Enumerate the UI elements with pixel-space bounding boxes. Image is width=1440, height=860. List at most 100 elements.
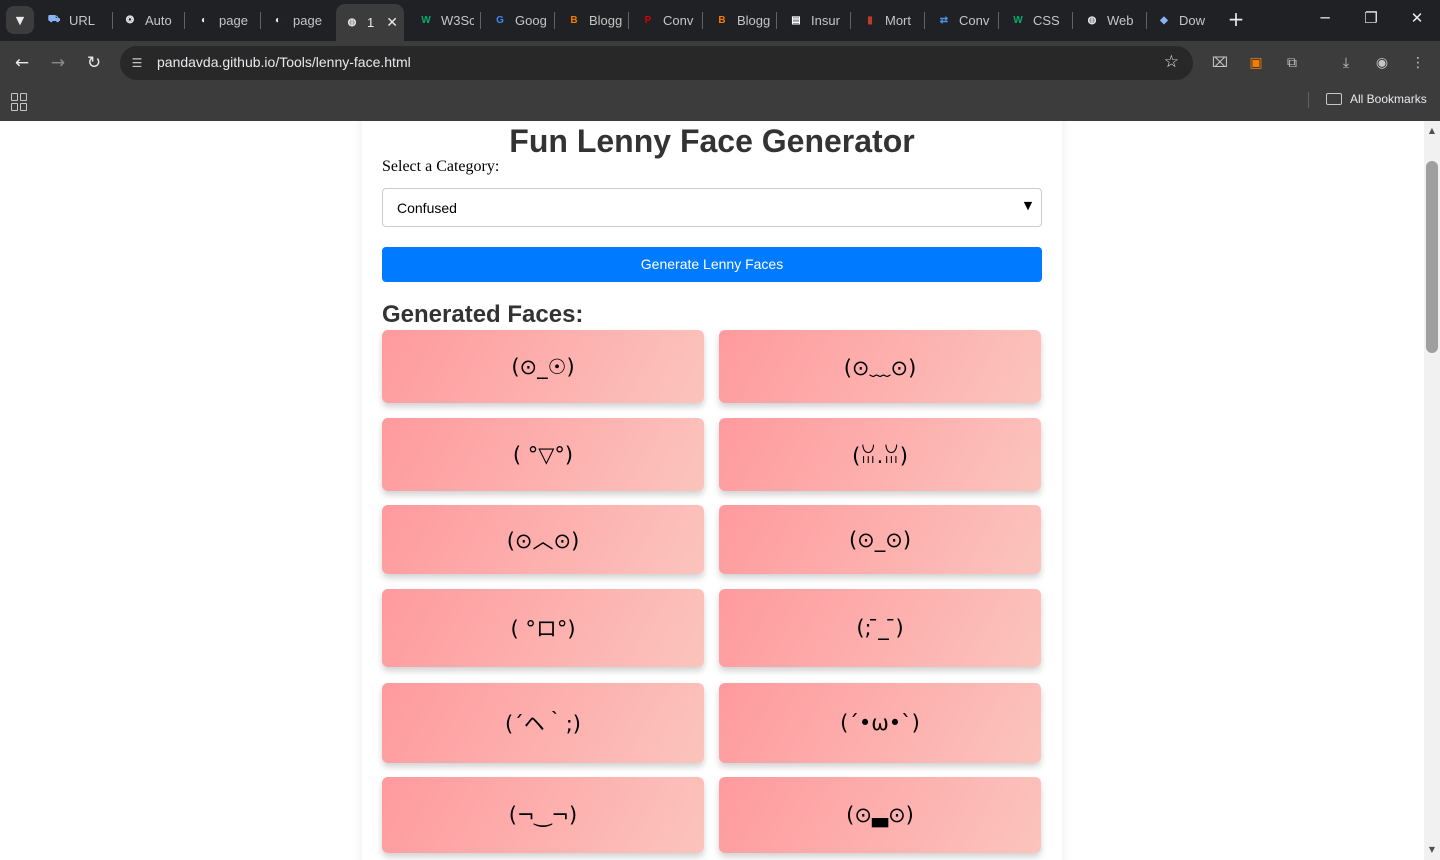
- tab-label: CSS: [1033, 13, 1060, 28]
- new-tab-button[interactable]: +: [1225, 8, 1247, 32]
- browser-toolbar: ← → ↻ ☰ pandavda.github.io/Tools/lenny-f…: [0, 41, 1440, 85]
- all-bookmarks-button[interactable]: All Bookmarks: [1326, 92, 1427, 106]
- lenny-face-card[interactable]: ( °ロ°): [382, 589, 704, 667]
- site-info-icon[interactable]: ☰: [128, 54, 146, 72]
- browser-tab[interactable]: ⇄ Conv: [936, 6, 992, 35]
- browser-tab[interactable]: ◆ Dow: [1156, 6, 1212, 35]
- scroll-down-arrow-icon[interactable]: ▼: [1424, 842, 1440, 858]
- tab-search-button[interactable]: ▼: [6, 6, 34, 34]
- w3-icon: W: [421, 15, 431, 26]
- lenny-face-card[interactable]: (´•ω•`): [719, 683, 1041, 763]
- lenny-face-card[interactable]: ( °▽°): [382, 418, 704, 491]
- github-icon: ◐: [274, 15, 282, 26]
- tab-label: 1: [367, 15, 375, 30]
- reload-button[interactable]: ↻: [82, 51, 106, 75]
- forward-button[interactable]: →: [46, 51, 70, 75]
- tab-label: Blogg: [737, 13, 770, 28]
- bookmark-star-icon[interactable]: ☆: [1164, 52, 1179, 72]
- apps-grid-icon[interactable]: [11, 93, 29, 111]
- tab-label: page: [293, 13, 322, 28]
- browser-tab[interactable]: ◐ page: [270, 6, 328, 35]
- bookmarks-divider: [1308, 92, 1309, 108]
- tab-separator: [628, 12, 629, 29]
- folder-icon: [1326, 93, 1342, 105]
- tab-label: Insur: [811, 13, 840, 28]
- close-tab-icon[interactable]: ✕: [386, 14, 398, 31]
- lenny-face-card[interactable]: (⊙_⊙): [719, 505, 1041, 574]
- car-icon: ⛟: [47, 14, 61, 25]
- page-viewport: Fun Lenny Face Generator Select a Catego…: [0, 121, 1424, 860]
- lenny-face-card[interactable]: (⊙﹏⊙): [719, 330, 1041, 403]
- tab-separator: [998, 12, 999, 29]
- chevron-down-icon: ▼: [15, 13, 25, 27]
- browser-tab[interactable]: ◐ page: [196, 6, 254, 35]
- generator-card: Fun Lenny Face Generator Select a Catego…: [362, 121, 1062, 860]
- menu-kebab-icon[interactable]: ⋮: [1407, 52, 1429, 74]
- tab-separator: [1072, 12, 1073, 29]
- browser-tab[interactable]: B Blogg: [566, 6, 622, 35]
- extensions-puzzle-icon[interactable]: ⧉: [1281, 52, 1303, 74]
- browser-tab[interactable]: ▮ Mort: [862, 6, 918, 35]
- profile-avatar-icon[interactable]: ◉: [1371, 52, 1393, 74]
- browser-tab[interactable]: ◍ 1 ✕: [336, 4, 404, 41]
- tab-label: page: [219, 13, 248, 28]
- restore-button[interactable]: ❐: [1361, 9, 1381, 27]
- browser-tab[interactable]: P Conv: [640, 6, 696, 35]
- tab-label: Auto: [145, 13, 172, 28]
- scroll-thumb[interactable]: [1426, 161, 1438, 353]
- category-select[interactable]: Confused ▼: [382, 188, 1042, 227]
- tab-separator: [184, 12, 185, 29]
- scroll-up-arrow-icon[interactable]: ▲: [1424, 123, 1440, 139]
- lenny-face-card[interactable]: (´ヘ｀;): [382, 683, 704, 763]
- extension-orange-icon[interactable]: ▣: [1245, 52, 1267, 74]
- tab-label: Mort: [885, 13, 911, 28]
- browser-tab[interactable]: ❂ Auto: [122, 6, 178, 35]
- pdf-icon: P: [644, 15, 652, 26]
- back-button[interactable]: ←: [10, 51, 34, 75]
- github-icon: ◐: [200, 15, 208, 26]
- tab-label: Web: [1107, 13, 1134, 28]
- extension-devtools-icon[interactable]: ⌧: [1209, 52, 1231, 74]
- page-title: Fun Lenny Face Generator: [509, 123, 915, 159]
- browser-tab[interactable]: W CSS: [1010, 6, 1066, 35]
- lenny-face-card[interactable]: (⊙_☉): [382, 330, 704, 403]
- url-text[interactable]: pandavda.github.io/Tools/lenny-face.html: [157, 54, 411, 70]
- browser-tab[interactable]: B Blogg: [714, 6, 770, 35]
- diamond-icon: ◆: [1160, 15, 1168, 26]
- tab-separator: [924, 12, 925, 29]
- tab-label: Goog: [515, 13, 547, 28]
- browser-tab[interactable]: G Goog: [492, 6, 548, 35]
- generate-button[interactable]: Generate Lenny Faces: [382, 247, 1042, 282]
- tab-separator: [112, 12, 113, 29]
- lenny-face-card[interactable]: (⊙▃⊙): [719, 777, 1041, 853]
- lenny-face-card[interactable]: (¬‿¬): [382, 777, 704, 853]
- address-bar[interactable]: ☰ pandavda.github.io/Tools/lenny-face.ht…: [120, 46, 1193, 80]
- globe-icon: ◍: [347, 17, 357, 28]
- browser-tab[interactable]: ◍ Web: [1084, 6, 1140, 35]
- tab-label: Dow: [1179, 13, 1206, 28]
- lenny-face-card[interactable]: (⊙︿⊙): [382, 505, 704, 574]
- tab-label: W3Sc: [441, 13, 474, 28]
- chevron-down-icon: ▼: [1023, 199, 1033, 212]
- doc-icon: ▤: [791, 15, 801, 26]
- lenny-face-card[interactable]: (; ̄_ ̄): [719, 589, 1041, 667]
- downloads-icon[interactable]: ⤓: [1335, 52, 1357, 74]
- category-label: Select a Category:: [382, 158, 500, 175]
- tab-separator: [260, 12, 261, 29]
- openai-icon: ❂: [125, 15, 135, 26]
- browser-tab[interactable]: ⛟ URL: [46, 6, 106, 35]
- tab-label: URL: [69, 13, 96, 28]
- tab-separator: [1146, 12, 1147, 29]
- browser-tab[interactable]: ▤ Insur: [788, 6, 844, 35]
- browser-tab[interactable]: W W3Sc: [418, 6, 474, 35]
- minimize-button[interactable]: ─: [1315, 9, 1335, 27]
- tab-separator: [480, 12, 481, 29]
- page-scrollbar[interactable]: ▲ ▼: [1424, 121, 1440, 860]
- convert-icon: ⇄: [939, 15, 949, 26]
- blogger-icon: B: [570, 15, 578, 26]
- lenny-face-card[interactable]: (ꈍ.ꈍ): [719, 418, 1041, 491]
- tab-separator: [850, 12, 851, 29]
- globe-icon: ◍: [1087, 15, 1097, 26]
- close-window-button[interactable]: ✕: [1407, 9, 1427, 27]
- tab-separator: [702, 12, 703, 29]
